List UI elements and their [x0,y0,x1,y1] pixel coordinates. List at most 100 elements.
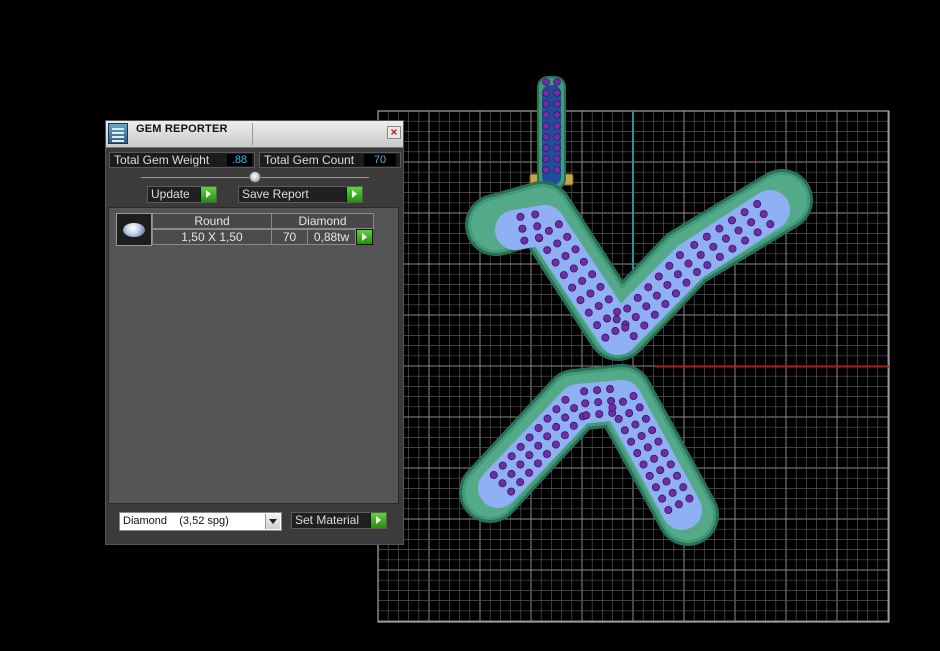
gem [553,133,561,141]
gem [553,122,561,130]
gem [507,487,516,496]
gem [543,432,552,441]
pendant-model[interactable] [459,76,813,546]
play-arrow-icon [200,187,216,202]
gem [652,291,661,300]
total-gem-count-value: 70 [364,154,396,166]
gem [673,270,682,279]
gem [533,222,542,231]
gem [594,398,603,407]
gem [525,451,534,460]
gem-reporter-panel: GEM REPORTER × Total Gem Weight .88 Tota… [105,120,404,545]
gem [552,422,561,431]
gem [625,409,634,418]
gem [623,304,632,313]
gem [682,278,691,287]
gem [594,302,603,311]
gem [640,321,649,330]
gem [553,89,561,97]
title-divider [252,123,253,145]
gem [740,208,749,217]
save-report-button[interactable]: Save Report [238,186,363,203]
gem [648,426,657,435]
round-gem-thumbnail[interactable] [116,213,152,246]
gem [631,313,640,322]
gem [551,440,560,449]
gem [759,210,768,219]
gem [709,242,718,251]
gem [542,144,550,152]
gem [656,466,665,475]
gem [578,276,587,285]
gem [715,252,724,261]
gem [629,332,638,341]
gem [651,483,660,492]
gem-list: Round Diamond 1,50 X 1,50 70 0,88tw [108,207,399,504]
gem [518,224,527,233]
gem [674,500,683,509]
play-arrow-icon [346,187,362,202]
gem [553,78,561,86]
gem [660,448,669,457]
gem [633,293,642,302]
material-bar: Diamond (3,52 spg) Set Material [108,507,399,542]
gem [642,302,651,311]
play-arrow-icon[interactable] [356,229,373,245]
gem [554,220,563,229]
gem [612,315,621,324]
gem [580,387,589,396]
gem [675,251,684,260]
gem [645,471,654,480]
chevron-down-icon[interactable] [265,514,280,529]
gem [635,403,644,412]
gem [542,89,550,97]
gem [666,460,675,469]
gem [507,452,516,461]
gem [525,433,534,442]
gem [668,488,677,497]
gem [561,251,570,260]
gem [753,200,762,209]
gem [531,210,540,219]
gem [650,310,659,319]
gem [542,111,550,119]
update-button[interactable]: Update [147,186,217,203]
gem [534,459,543,468]
gem [542,133,550,141]
gem [766,220,775,229]
gem [661,300,670,309]
gem [586,289,595,298]
gem [741,236,750,245]
gem [516,212,525,221]
gem-reporter-icon [108,123,128,144]
gem [593,386,602,395]
gem [563,232,572,241]
gem [727,216,736,225]
gem [673,471,682,480]
total-gem-count-field: Total Gem Count 70 [259,152,401,168]
gem [560,431,569,440]
play-arrow-icon [370,513,386,528]
gem [702,232,711,241]
gem [665,261,674,270]
gem [633,449,642,458]
gem [620,426,629,435]
gem [608,403,617,412]
close-icon[interactable]: × [387,126,401,139]
material-select[interactable]: Diamond (3,52 spg) [119,512,282,531]
total-gem-count-label: Total Gem Count [264,153,355,167]
panel-titlebar[interactable]: GEM REPORTER × [106,121,403,148]
gem [553,111,561,119]
gem [684,259,693,268]
gem [516,460,525,469]
gem [543,246,552,255]
panel-slider-knob[interactable] [249,171,261,183]
gem [595,410,604,419]
gem-shape-header: Round [152,213,272,229]
gem [584,308,593,317]
gem [627,437,636,446]
gem [643,443,652,452]
set-material-button[interactable]: Set Material [291,512,387,529]
gem [621,323,630,332]
gem [507,469,516,478]
